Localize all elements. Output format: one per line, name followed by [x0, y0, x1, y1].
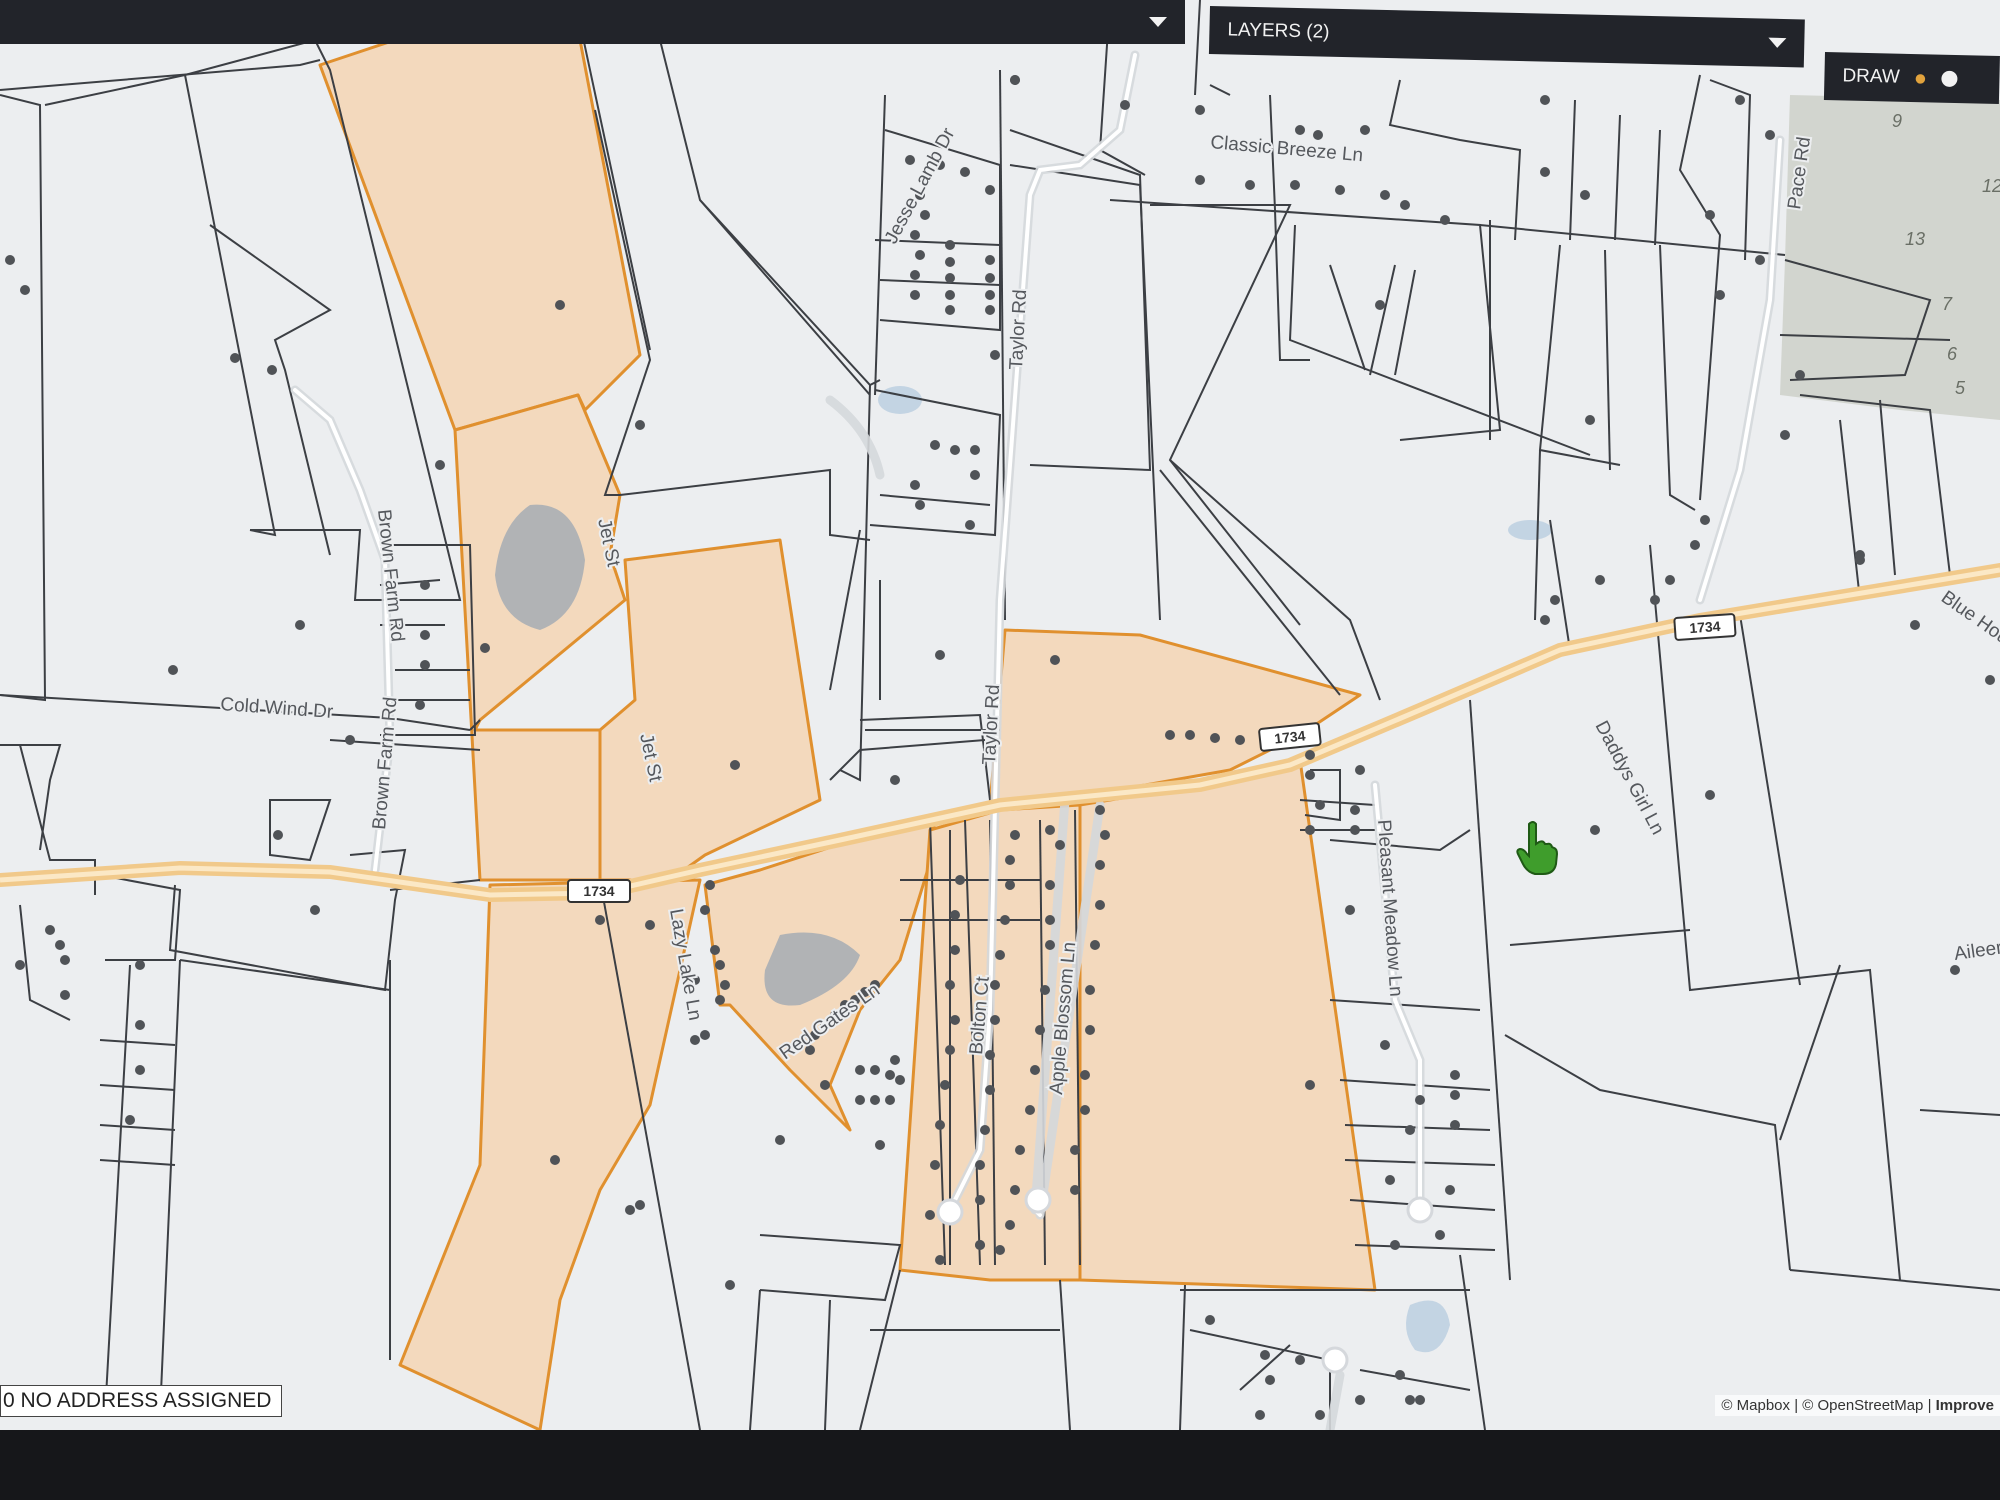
road-label-brown-farm-north: Brown Farm Rd — [373, 508, 408, 642]
caret-down-icon[interactable] — [1768, 37, 1787, 49]
draw-label[interactable]: DRAW — [1842, 65, 1900, 88]
draw-toolbar[interactable]: DRAW ● — [1823, 52, 2000, 104]
lot-number: 5 — [1955, 378, 1966, 398]
hand-pointer-icon — [1515, 820, 1559, 881]
selected-parcel-east-upper — [988, 628, 1362, 807]
selected-parcels[interactable] — [318, 0, 1377, 1430]
openstreetmap-link[interactable]: © OpenStreetMap — [1802, 1397, 1923, 1414]
highway-shield-east: 1734 — [1673, 613, 1737, 641]
monitor-bezel — [0, 1430, 2000, 1500]
selected-parcel-south-west — [398, 878, 702, 1430]
road-label-jesse-lamb: Jesse Lamb Dr — [881, 124, 960, 247]
lot-number: 7 — [1942, 294, 1953, 314]
mapbox-link[interactable]: © Mapbox — [1721, 1397, 1790, 1414]
lot-number: 13 — [1905, 229, 1925, 249]
selected-parcel-mid — [598, 538, 822, 882]
highway-shield-west: 1734 — [567, 879, 631, 903]
lot-number: 9 — [1892, 111, 1902, 131]
road-label-aileer: Aileer — [1953, 937, 2000, 965]
circle-icon[interactable] — [1940, 70, 1958, 88]
road-label-classic-breeze: Classic Breeze Ln — [1210, 132, 1364, 166]
improve-map-link[interactable]: Improve — [1936, 1397, 1994, 1414]
shield-label: 1734 — [583, 883, 614, 899]
parcel-map[interactable]: 1734 1734 1734 Classic Breeze Ln Jesse L… — [0, 0, 2000, 1430]
attribution-separator: | — [1794, 1397, 1799, 1414]
road-label-daddys-girl: Daddys Girl Ln — [1591, 717, 1669, 838]
palette-icon[interactable]: ● — [1913, 65, 1928, 91]
shield-label: 1734 — [1274, 727, 1307, 746]
map-canvas[interactable]: 1734 1734 1734 Classic Breeze Ln Jesse L… — [0, 0, 2000, 1430]
road-label-taylor-north: Taylor Rd — [1006, 289, 1031, 370]
address-status-badge: 0 NO ADDRESS ASSIGNED — [0, 1385, 283, 1417]
layers-label: LAYERS (2) — [1227, 19, 1330, 43]
road-label-cold-wind: Cold Wind Dr — [220, 694, 335, 723]
attribution-separator: | — [1927, 1397, 1932, 1414]
selected-parcel-north — [318, 0, 642, 432]
caret-down-icon[interactable] — [1149, 17, 1167, 27]
road-label-blue-hou: Blue Hou — [1937, 587, 2000, 649]
lot-number: 6 — [1947, 344, 1958, 364]
road-label-taylor-south: Taylor Rd — [979, 684, 1004, 765]
map-attribution: © Mapbox | © OpenStreetMap | Improve — [1715, 1395, 2000, 1416]
shield-label: 1734 — [1689, 618, 1721, 636]
lot-number: 12 — [1982, 176, 2000, 196]
search-dropdown-bar[interactable] — [0, 0, 1185, 44]
